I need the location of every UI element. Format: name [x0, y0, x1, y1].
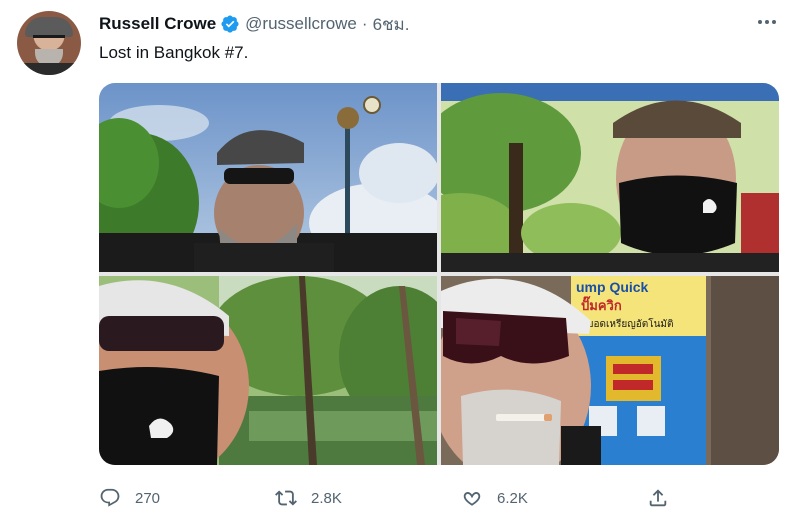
- retweet-icon: [275, 490, 297, 506]
- share-button[interactable]: [647, 483, 669, 513]
- retweet-button[interactable]: 2.8K: [275, 483, 342, 513]
- author-handle[interactable]: @russellcrowe: [245, 14, 357, 34]
- avatar-glasses: [33, 35, 65, 43]
- author-name[interactable]: Russell Crowe: [99, 14, 216, 34]
- sign-thai-text-1: ปั๊มควิก: [581, 296, 622, 314]
- avatar[interactable]: [17, 11, 81, 75]
- reply-count: 270: [135, 489, 161, 507]
- like-count: 6.2K: [497, 489, 528, 507]
- avatar-hair: [25, 17, 73, 37]
- separator-dot: ·: [361, 14, 368, 33]
- media-grid: ump Quick ปั๊มควิก หยอดเหรียญอัตโนมัติ: [99, 83, 779, 465]
- photo-4[interactable]: ump Quick ปั๊มควิก หยอดเหรียญอัตโนมัติ: [441, 276, 779, 465]
- avatar-shirt: [17, 63, 81, 75]
- retweet-count: 2.8K: [311, 489, 342, 507]
- more-options-icon[interactable]: [754, 12, 780, 32]
- tweet-timestamp[interactable]: 6ชม.: [373, 11, 410, 38]
- action-bar: 270 2.8K 6.2K: [99, 483, 679, 513]
- like-icon: [463, 492, 481, 506]
- photo-2[interactable]: [441, 83, 779, 272]
- tweet-header: Russell Crowe @russellcrowe · 6ชม.: [99, 13, 409, 35]
- reply-icon: [100, 488, 120, 507]
- tweet-text: Lost in Bangkok #7.: [99, 43, 249, 62]
- like-button[interactable]: 6.2K: [461, 483, 528, 513]
- verified-badge-icon: [220, 14, 240, 34]
- photo-1[interactable]: [99, 83, 437, 272]
- sign-thai-text-2: หยอดเหรียญอัตโนมัติ: [581, 317, 674, 330]
- share-icon: [649, 489, 667, 507]
- photo-3[interactable]: [99, 276, 437, 465]
- sign-title-text: ump Quick: [576, 279, 649, 295]
- reply-button[interactable]: 270: [99, 483, 160, 513]
- tweet-card: Russell Crowe @russellcrowe · 6ชม. Lost …: [0, 0, 800, 527]
